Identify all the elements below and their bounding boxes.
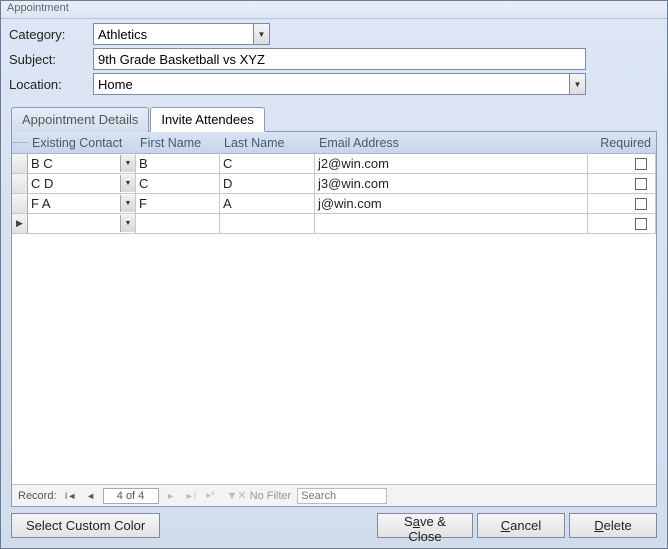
category-combo[interactable]: ▼ xyxy=(93,23,270,45)
cell-email[interactable]: j@win.com xyxy=(315,194,588,214)
subject-label: Subject: xyxy=(9,52,87,67)
record-label: Record: xyxy=(14,490,61,502)
cell-required[interactable] xyxy=(588,174,656,194)
required-checkbox[interactable] xyxy=(635,158,647,170)
cell-contact[interactable]: F A ▼ xyxy=(28,194,136,214)
cell-first[interactable]: C xyxy=(136,174,220,194)
cell-last[interactable] xyxy=(220,214,315,234)
table-row[interactable]: B C ▼ B C j2@win.com xyxy=(12,154,656,174)
cell-email[interactable]: j3@win.com xyxy=(315,174,588,194)
button-bar: Select Custom Color Save & Close Cancel … xyxy=(1,507,667,548)
cell-required[interactable] xyxy=(588,214,656,234)
col-header-last[interactable]: Last Name xyxy=(220,134,315,152)
col-header-required[interactable]: Required xyxy=(588,134,656,152)
row-selector[interactable] xyxy=(12,174,28,194)
required-checkbox[interactable] xyxy=(635,218,647,230)
search-input[interactable] xyxy=(297,488,387,504)
cell-last[interactable]: A xyxy=(220,194,315,214)
nav-prev-button[interactable]: ◄ xyxy=(81,487,101,505)
contact-dropdown-button[interactable]: ▼ xyxy=(120,175,135,192)
contact-value: F A xyxy=(31,196,51,211)
contact-value: C D xyxy=(31,176,53,191)
required-checkbox[interactable] xyxy=(635,198,647,210)
tab-strip: Appointment Details Invite Attendees xyxy=(1,100,667,131)
required-checkbox[interactable] xyxy=(635,178,647,190)
location-combo[interactable]: ▼ xyxy=(93,73,586,95)
table-row[interactable]: F A ▼ F A j@win.com xyxy=(12,194,656,214)
location-label: Location: xyxy=(9,77,87,92)
save-close-button[interactable]: Save & Close xyxy=(377,513,473,538)
appointment-window: Appointment Category: ▼ Subject: Locatio… xyxy=(0,0,668,549)
cell-last[interactable]: D xyxy=(220,174,315,194)
nav-last-button[interactable]: ►I xyxy=(181,487,201,505)
category-label: Category: xyxy=(9,27,87,42)
row-selector[interactable] xyxy=(12,154,28,174)
location-input[interactable] xyxy=(93,73,569,95)
form-area: Category: ▼ Subject: Location: ▼ xyxy=(1,19,667,100)
col-header-email[interactable]: Email Address xyxy=(315,134,588,152)
record-navigator: Record: I◄ ◄ 4 of 4 ► ►I ▸* ▼✕ No Filter xyxy=(12,484,656,506)
category-input[interactable] xyxy=(93,23,253,45)
record-position[interactable]: 4 of 4 xyxy=(103,488,159,504)
cell-contact[interactable]: B C ▼ xyxy=(28,154,136,174)
table-row-new[interactable]: ▶ ▼ xyxy=(12,214,656,234)
window-title: Appointment xyxy=(1,1,667,19)
cell-contact[interactable]: ▼ xyxy=(28,214,136,234)
filter-icon: ▼✕ xyxy=(227,489,247,502)
col-header-first[interactable]: First Name xyxy=(136,134,220,152)
tab-appointment-details[interactable]: Appointment Details xyxy=(11,107,149,132)
cell-required[interactable] xyxy=(588,194,656,214)
cell-first[interactable]: F xyxy=(136,194,220,214)
cell-first[interactable] xyxy=(136,214,220,234)
tab-invite-attendees[interactable]: Invite Attendees xyxy=(150,107,265,132)
nav-new-button[interactable]: ▸* xyxy=(201,487,221,505)
cell-email[interactable] xyxy=(315,214,588,234)
category-dropdown-button[interactable]: ▼ xyxy=(253,23,270,45)
table-row[interactable]: C D ▼ C D j3@win.com xyxy=(12,174,656,194)
grid-body[interactable]: B C ▼ B C j2@win.com C D ▼ C D xyxy=(12,154,656,484)
delete-button[interactable]: Delete xyxy=(569,513,657,538)
no-filter-indicator: ▼✕ No Filter xyxy=(227,489,292,502)
contact-dropdown-button[interactable]: ▼ xyxy=(120,155,135,172)
col-header-contact[interactable]: Existing Contact xyxy=(28,134,136,152)
nav-first-button[interactable]: I◄ xyxy=(61,487,81,505)
cell-email[interactable]: j2@win.com xyxy=(315,154,588,174)
cell-last[interactable]: C xyxy=(220,154,315,174)
select-custom-color-button[interactable]: Select Custom Color xyxy=(11,513,160,538)
location-dropdown-button[interactable]: ▼ xyxy=(569,73,586,95)
cell-first[interactable]: B xyxy=(136,154,220,174)
nav-next-button[interactable]: ► xyxy=(161,487,181,505)
contact-dropdown-button[interactable]: ▼ xyxy=(120,215,135,232)
subject-input[interactable] xyxy=(93,48,586,70)
contact-dropdown-button[interactable]: ▼ xyxy=(120,195,135,212)
contact-value: B C xyxy=(31,156,53,171)
invite-attendees-panel: Existing Contact First Name Last Name Em… xyxy=(11,131,657,507)
row-selector-current[interactable]: ▶ xyxy=(12,214,28,234)
cancel-button[interactable]: Cancel xyxy=(477,513,565,538)
cell-contact[interactable]: C D ▼ xyxy=(28,174,136,194)
row-selector[interactable] xyxy=(12,194,28,214)
attendees-grid: Existing Contact First Name Last Name Em… xyxy=(12,132,656,506)
cell-required[interactable] xyxy=(588,154,656,174)
grid-header: Existing Contact First Name Last Name Em… xyxy=(12,132,656,154)
